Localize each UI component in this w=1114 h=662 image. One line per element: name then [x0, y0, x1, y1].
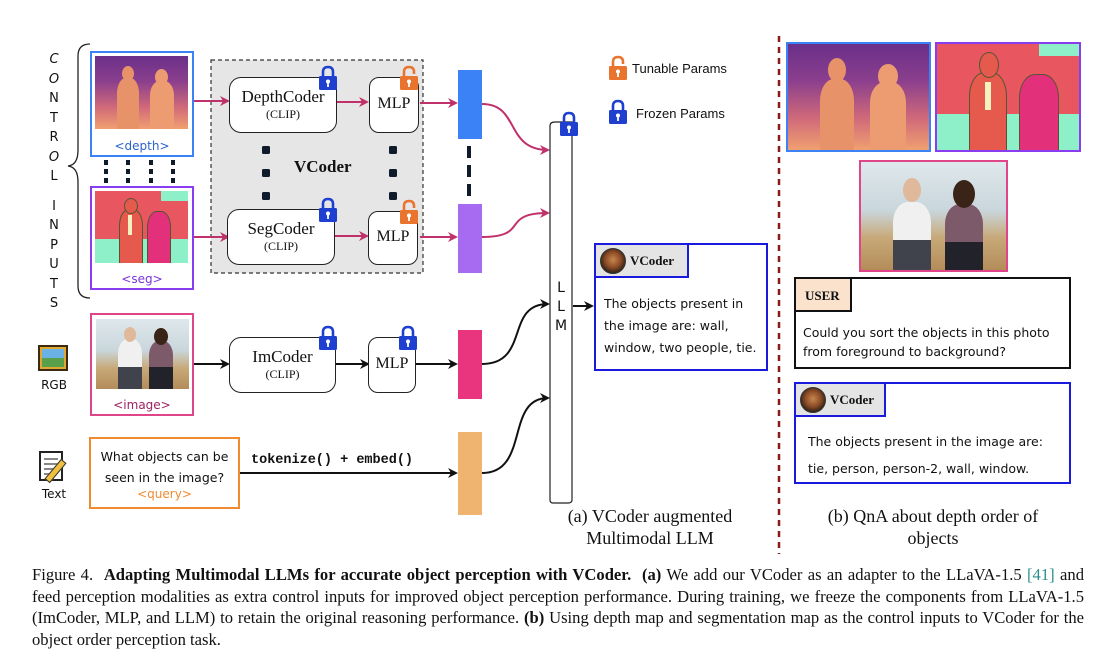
llm-label: L L M — [551, 279, 571, 336]
frozen-lock-icon — [608, 99, 628, 125]
subcaption-line: (b) QnA about depth order of — [827, 506, 1039, 526]
depth-map-b — [786, 42, 931, 152]
citation-link[interactable]: [41] — [1027, 565, 1055, 584]
legend-tunable-label: Tunable Params — [632, 61, 727, 76]
mlp-label: MLP — [375, 355, 409, 372]
figure-caption: Figure 4. Adapting Multimodal LLMs for a… — [32, 564, 1084, 650]
vcoder-header: VCoder — [796, 384, 886, 417]
caption-text: We add our VCoder as an adapter to the L… — [666, 565, 1022, 584]
rgb-picture-icon — [38, 345, 68, 371]
text-token-bar — [458, 432, 482, 515]
user-question-box: USER Could you sort the objects in this … — [794, 277, 1071, 369]
frozen-lock-icon — [559, 111, 579, 137]
depth-map-image — [95, 56, 188, 129]
subcaption-a: (a) VCoder augmented Multimodal LLM — [545, 505, 755, 549]
text-line: The objects present in — [604, 296, 744, 311]
frozen-lock-icon — [318, 65, 338, 91]
letter: N — [49, 218, 59, 233]
subcaption-line: objects — [907, 528, 959, 548]
vcoder-name: VCoder — [830, 391, 875, 407]
rgb-image — [96, 319, 189, 389]
imcoder-sub: (CLIP) — [265, 367, 300, 381]
rgb-image — [861, 162, 1006, 270]
letter: S — [49, 296, 59, 311]
frozen-lock-icon — [318, 325, 338, 351]
letter: I — [52, 198, 56, 214]
caption-marker-b: (b) — [524, 608, 545, 627]
image-token-bar — [458, 330, 482, 399]
depth-token-bar — [458, 70, 482, 139]
user-question-text: Could you sort the objects in this photo… — [803, 323, 1050, 361]
seg-coder-sub: (CLIP) — [264, 239, 298, 253]
seg-label: <seg> — [121, 272, 163, 286]
vcoder-title: VCoder — [294, 157, 352, 176]
letter: L — [50, 169, 58, 184]
frozen-lock-icon — [398, 325, 418, 351]
letter: O — [48, 71, 60, 87]
vcoder-response-box-a: VCoder The objects present in the image … — [594, 243, 768, 371]
seg-token-bar — [458, 204, 482, 273]
segmentation-map-image — [95, 191, 188, 263]
letter: R — [49, 130, 59, 145]
vcoder-header: VCoder — [596, 245, 689, 278]
text-line: The objects present in the image are: — [808, 434, 1043, 449]
tunable-lock-icon — [399, 199, 419, 225]
vcoder-response-text: The objects present in the image are: wa… — [604, 293, 756, 359]
subcaption-b: (b) QnA about depth order of objects — [800, 505, 1066, 549]
caption-marker-a: (a) — [641, 565, 662, 584]
text-line: the image are: wall, — [604, 318, 729, 333]
text-line: from foreground to background? — [803, 344, 1006, 359]
subcaption-line: (a) VCoder augmented — [567, 506, 733, 526]
rgb-icon-label: RGB — [41, 378, 67, 392]
tunable-lock-icon — [608, 55, 628, 81]
letter: O — [48, 149, 60, 165]
query-text: What objects can be seen in the image? — [100, 449, 229, 485]
vcoder-response-box-b: VCoder The objects present in the image … — [794, 382, 1071, 484]
mlp-label: MLP — [376, 228, 410, 245]
segmentation-map-image — [937, 44, 1079, 150]
user-label: USER — [805, 288, 840, 303]
text-line: window, two people, tie. — [604, 340, 757, 355]
letter: L — [557, 299, 565, 315]
frozen-lock-icon — [318, 197, 338, 223]
depth-input-card: <depth> — [90, 51, 194, 157]
letter-gap — [44, 187, 64, 197]
query-label: <query> — [137, 487, 192, 501]
depth-map-image — [788, 44, 929, 150]
text-icon-label: Text — [41, 487, 67, 501]
letter: P — [50, 237, 58, 253]
text-line: tie, person, person-2, wall, window. — [808, 461, 1030, 476]
letter: T — [50, 110, 58, 126]
user-header: USER — [796, 279, 852, 312]
vcoder-avatar-icon — [600, 247, 626, 274]
mlp-label: MLP — [377, 95, 411, 112]
depth-coder-sub: (CLIP) — [266, 107, 300, 121]
vcoder-name: VCoder — [630, 252, 675, 268]
vcoder-response-text: The objects present in the image are: ti… — [808, 428, 1043, 482]
control-inputs-label: C O N T R O L I N P U T S — [44, 50, 64, 314]
image-label: <image> — [113, 398, 171, 412]
tunable-lock-icon — [399, 65, 419, 91]
subcaption-line: Multimodal LLM — [586, 528, 714, 548]
letter: N — [49, 91, 59, 106]
control-inputs-brace — [67, 43, 91, 299]
segmentation-map-b — [935, 42, 1081, 152]
letter: M — [554, 318, 568, 334]
vcoder-avatar-icon — [800, 386, 826, 413]
letter: L — [557, 280, 565, 296]
figure-label: Figure 4. — [32, 565, 94, 584]
legend-frozen-label: Frozen Params — [636, 106, 725, 121]
tokenize-embed-label: tokenize() + embed() — [251, 453, 414, 468]
seg-input-card: <seg> — [90, 186, 194, 290]
rgb-image-b — [859, 160, 1008, 272]
caption-title: Adapting Multimodal LLMs for accurate ob… — [103, 565, 632, 584]
letter: C — [49, 52, 59, 67]
text-line: Could you sort the objects in this photo — [803, 325, 1050, 340]
letter: T — [50, 276, 58, 292]
image-input-card: <image> — [90, 313, 194, 416]
depth-label: <depth> — [114, 139, 170, 153]
depth-seg-ellipsis — [104, 160, 175, 185]
letter: U — [49, 257, 59, 272]
query-box: What objects can be seen in the image? <… — [89, 437, 240, 509]
